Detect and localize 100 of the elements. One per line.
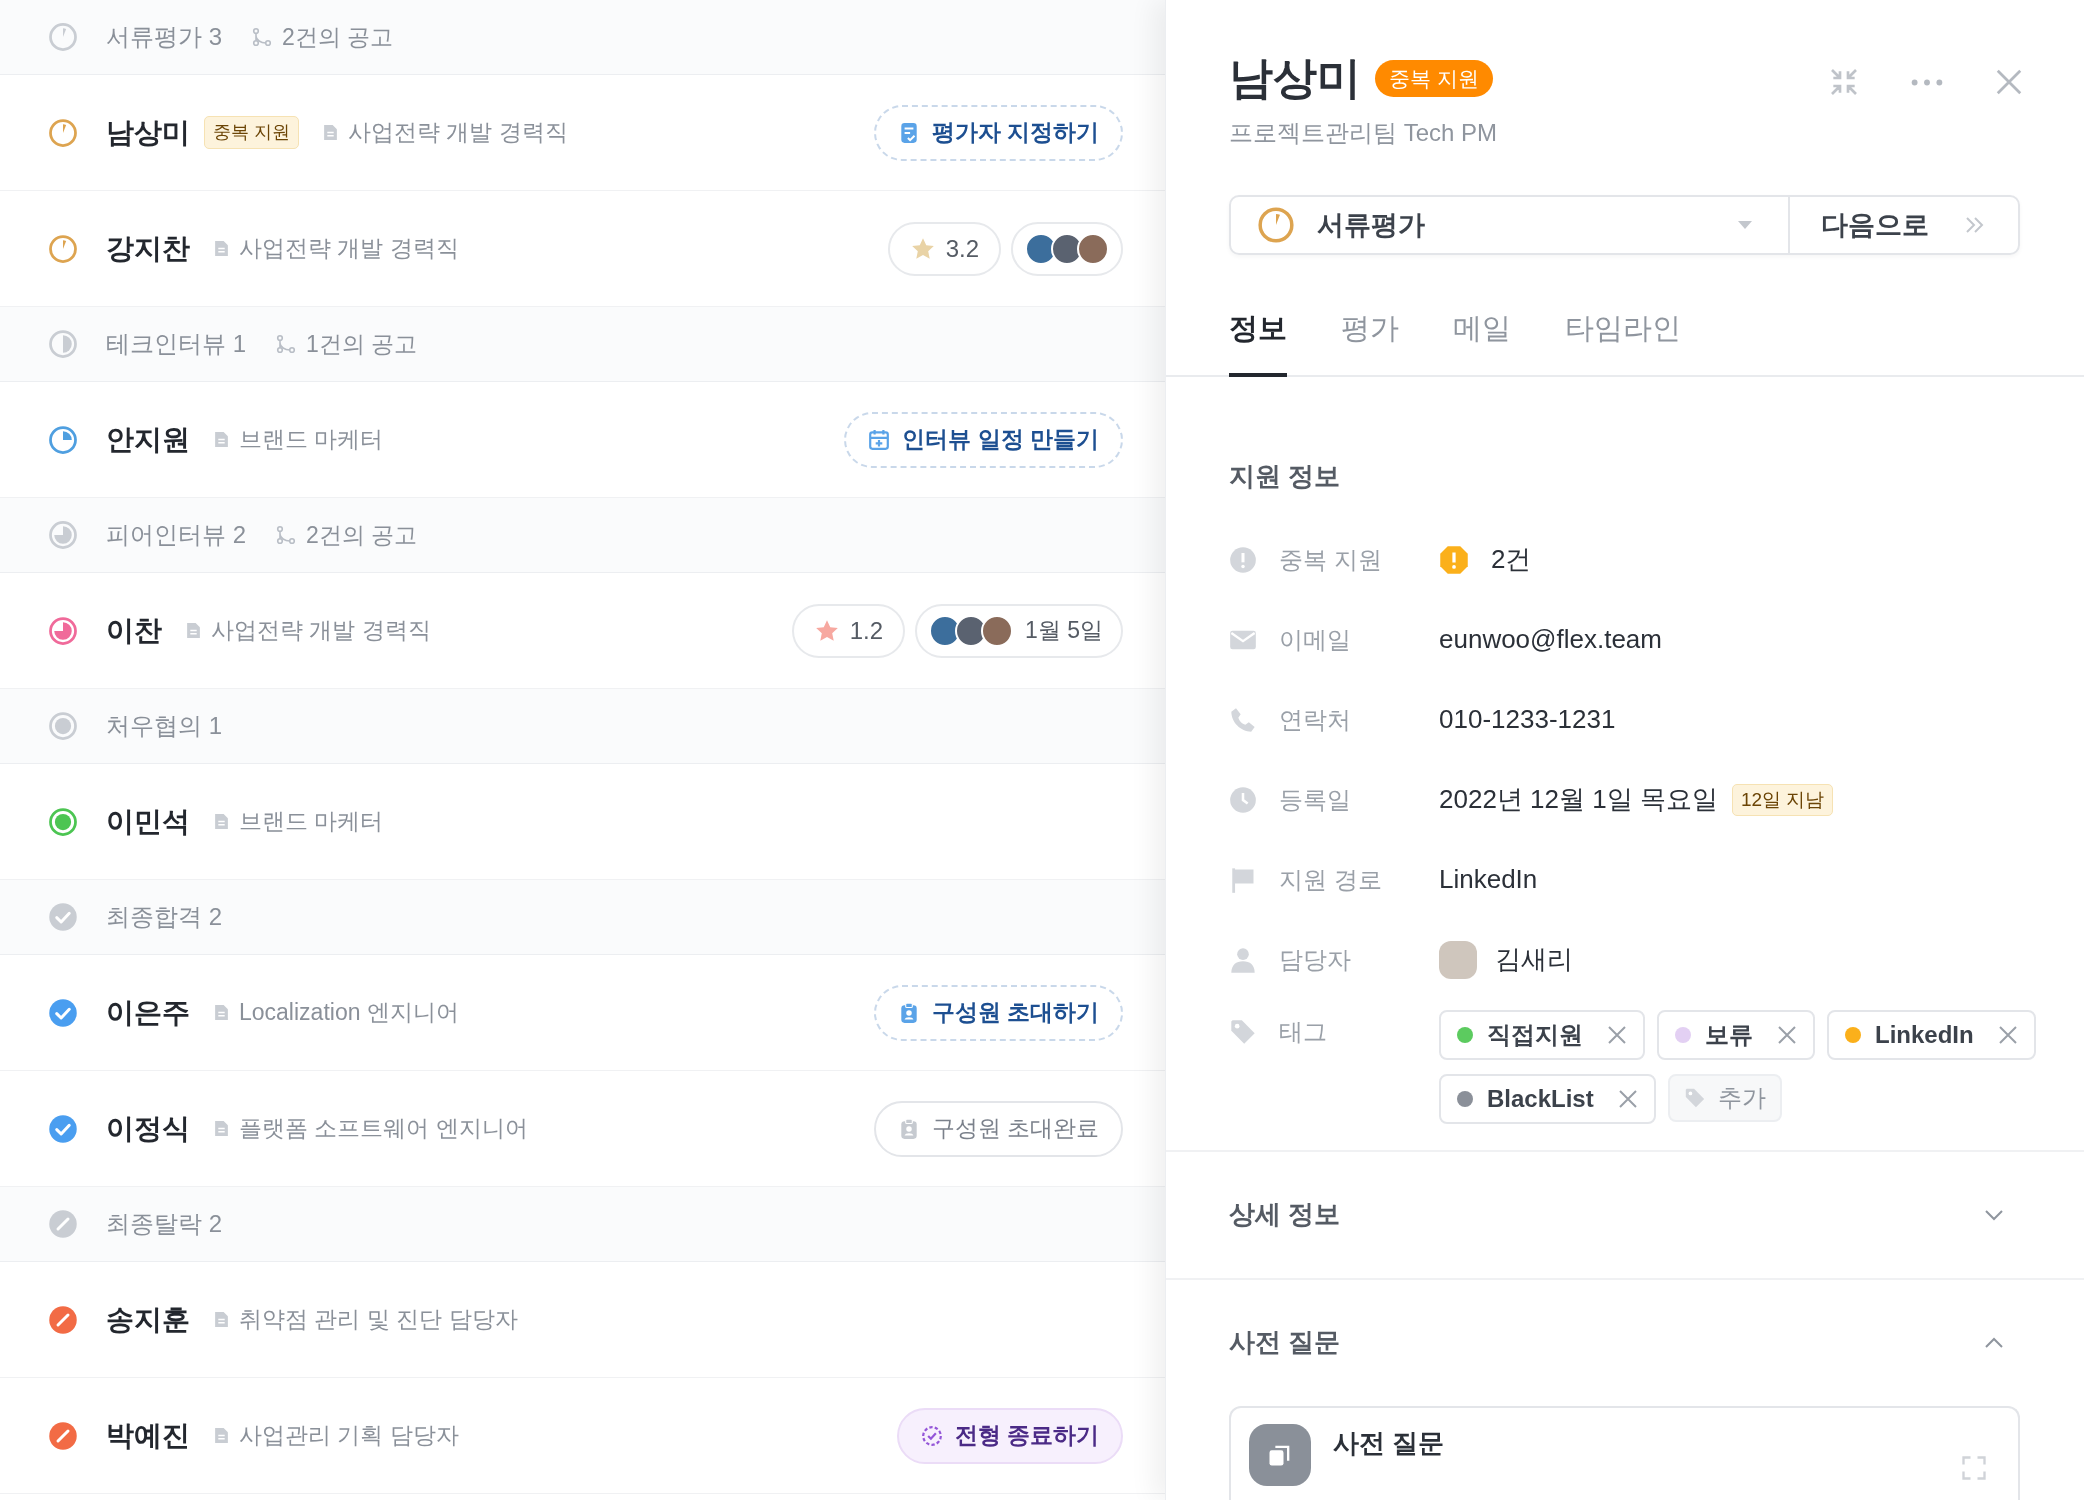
stage-title: 최종탈락 2 — [106, 1209, 222, 1239]
job-title: Localization 엔지니어 — [239, 998, 459, 1028]
field-label: 지원 경로 — [1279, 864, 1382, 895]
posting-count: 2건의 공고 — [306, 520, 418, 550]
field-label: 태그 — [1279, 1016, 1327, 1047]
branch-icon — [252, 27, 272, 47]
dashed-check-icon — [920, 1424, 943, 1447]
dot-ring-icon — [48, 711, 78, 741]
elapsed-badge: 12일 지남 — [1731, 783, 1834, 817]
card-title: 사전 질문 — [1333, 1426, 1446, 1460]
close-icon — [1777, 1024, 1797, 1045]
job-title: 사업전략 개발 경력직 — [348, 118, 568, 148]
field-value: 010-1233-1231 — [1439, 703, 1616, 737]
stage-dropdown[interactable]: 서류평가 — [1231, 196, 1790, 254]
field-label: 이메일 — [1279, 624, 1351, 655]
candidate-name: 이은주 — [106, 995, 190, 1030]
section-title: 지원 정보 — [1229, 459, 1342, 493]
close-icon — [1994, 67, 2024, 97]
candidate-name: 남상미 — [106, 115, 190, 150]
person-icon — [1229, 945, 1257, 974]
candidate-name: 강지찬 — [106, 231, 190, 266]
next-stage-button[interactable]: 다음으로 — [1790, 196, 2018, 254]
candidate-name: 이민석 — [106, 804, 190, 839]
remove-tag-button[interactable] — [1617, 1087, 1640, 1110]
rating-pill: 1.2 — [791, 603, 905, 658]
action-button[interactable]: 구성원 초대하기 — [873, 984, 1123, 1041]
rating-pill: 3.2 — [887, 221, 1001, 276]
tag-chip[interactable]: BlackList — [1439, 1073, 1656, 1124]
calendar-icon — [868, 428, 891, 451]
tab[interactable]: 정보 — [1229, 307, 1287, 377]
check-circle-icon — [48, 902, 78, 932]
expand-icon — [1960, 1453, 1988, 1482]
candidate-name: 송지훈 — [106, 1302, 190, 1337]
candidate-name: 남상미 — [1229, 52, 1361, 104]
half-circle-icon — [48, 329, 78, 359]
tag-chip[interactable]: 직접지원 — [1439, 1009, 1645, 1060]
dot-ring-icon — [48, 806, 78, 837]
copy-icon — [1249, 1423, 1311, 1486]
job-title: 브랜드 마케터 — [239, 425, 384, 455]
stage-title: 최종합격 2 — [106, 902, 222, 932]
tag-icon — [1229, 1017, 1257, 1046]
field-value: eunwoo@flex.team — [1439, 623, 1662, 657]
document-icon — [214, 813, 229, 830]
candidate-subtitle: 프로젝트관리팀 Tech PM — [1229, 117, 1499, 148]
remove-tag-button[interactable] — [1997, 1023, 2020, 1046]
section-header[interactable]: 상세 정보 — [1166, 1149, 2084, 1278]
candidate-name: 이정식 — [106, 1111, 190, 1146]
field-label: 중복 지원 — [1279, 544, 1382, 575]
document-icon — [214, 240, 229, 257]
job-title: 사업전략 개발 경력직 — [239, 234, 459, 264]
stage-title: 테크인터뷰 1 — [106, 329, 246, 359]
action-button[interactable]: 평가자 지정하기 — [873, 104, 1123, 161]
duplicate-badge: 중복 지원 — [204, 116, 299, 149]
progress-ring-icon — [48, 22, 78, 52]
branch-icon — [276, 525, 296, 545]
job-title: 사업전략 개발 경력직 — [211, 616, 431, 646]
clock-icon — [1229, 785, 1257, 814]
slash-circle-icon — [48, 1304, 78, 1335]
action-button[interactable]: 인터뷰 일정 만들기 — [844, 411, 1123, 468]
tag-icon — [1683, 1086, 1706, 1109]
action-button[interactable]: 전형 종료하기 — [896, 1407, 1123, 1464]
posting-count: 2건의 공고 — [282, 22, 394, 52]
field-value: 2022년 12월 1일 목요일 — [1439, 783, 1718, 817]
progress-ring-icon — [1257, 206, 1295, 245]
candidate-name: 안지원 — [106, 422, 190, 457]
field-label: 담당자 — [1279, 944, 1351, 975]
alert-icon — [1229, 545, 1257, 574]
progress-ring-icon — [48, 233, 78, 264]
flag-icon — [1229, 865, 1257, 894]
stage-title: 처우협의 1 — [106, 711, 222, 741]
duplicate-badge: 중복 지원 — [1375, 59, 1493, 98]
stage-title: 서류평가 3 — [106, 22, 222, 52]
field-label: 연락처 — [1279, 704, 1351, 735]
document-icon — [214, 431, 229, 448]
field-value: 2건 — [1491, 543, 1532, 577]
job-title: 취약점 관리 및 진단 담당자 — [239, 1305, 518, 1335]
check-circle-icon — [48, 997, 78, 1028]
document-icon — [186, 622, 201, 639]
pie-progress-icon — [48, 615, 78, 646]
tag-chip[interactable]: 보류 — [1657, 1009, 1815, 1060]
stage-title: 피어인터뷰 2 — [106, 520, 246, 550]
remove-tag-button[interactable] — [1777, 1023, 1799, 1046]
progress-ring-icon — [48, 424, 78, 455]
document-icon — [214, 1004, 229, 1021]
close-icon — [1997, 1024, 2018, 1045]
branch-icon — [276, 334, 296, 354]
close-button[interactable] — [1994, 67, 2024, 97]
candidate-name: 박예진 — [106, 1418, 190, 1453]
document-icon — [214, 1427, 229, 1444]
section-header[interactable]: 사전 질문 — [1166, 1277, 2084, 1406]
posting-count: 1건의 공고 — [306, 329, 418, 359]
job-title: 플랫폼 소프트웨어 엔지니어 — [239, 1114, 528, 1144]
field-label: 등록일 — [1279, 784, 1351, 815]
warning-icon — [1439, 544, 1469, 575]
tag-chip[interactable]: LinkedIn — [1827, 1009, 2036, 1060]
pie-progress-icon — [48, 520, 78, 550]
more-icon — [1910, 77, 1944, 87]
progress-ring-icon — [48, 117, 78, 148]
remove-tag-button[interactable] — [1607, 1023, 1629, 1046]
job-title: 사업관리 기획 담당자 — [239, 1421, 459, 1451]
